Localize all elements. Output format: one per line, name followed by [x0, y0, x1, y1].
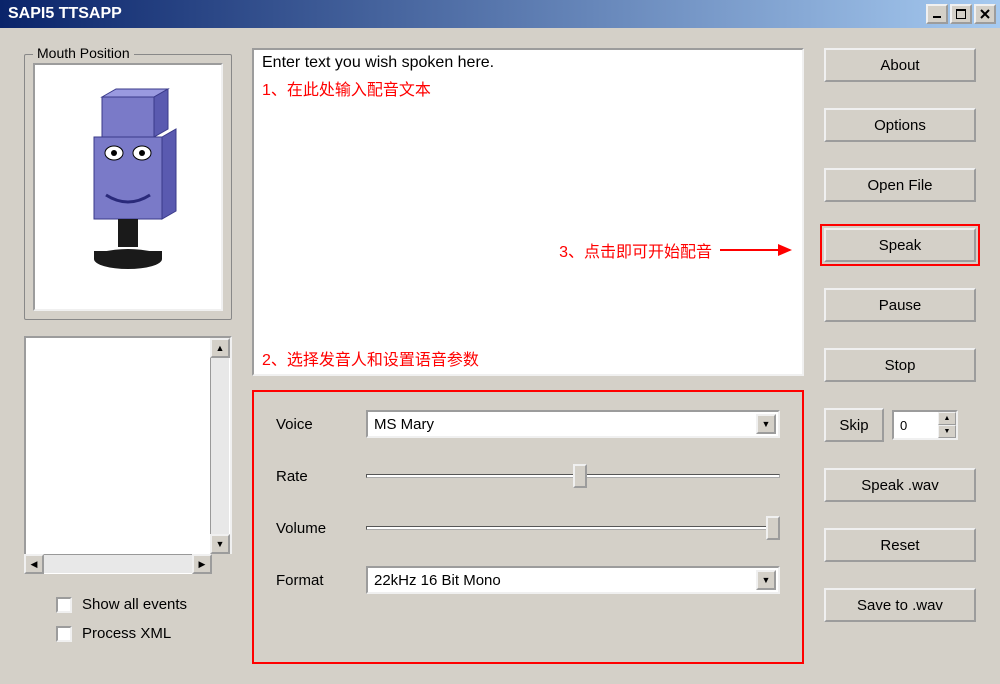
format-value: 22kHz 16 Bit Mono	[374, 572, 756, 589]
voice-combo[interactable]: MS Mary ▼	[366, 410, 780, 438]
format-label: Format	[276, 572, 346, 589]
annotation-3: 3、点击即可开始配音	[559, 238, 790, 262]
window-title: SAPI5 TTSAPP	[8, 5, 926, 23]
voice-value: MS Mary	[374, 416, 756, 433]
rate-label: Rate	[276, 468, 346, 485]
save-wav-button[interactable]: Save to .wav	[824, 588, 976, 622]
maximize-button[interactable]	[950, 4, 972, 24]
rate-slider[interactable]	[366, 462, 780, 490]
volume-slider[interactable]	[366, 514, 780, 542]
open-file-button[interactable]: Open File	[824, 168, 976, 202]
window-controls	[926, 4, 996, 24]
skip-value[interactable]: 0	[894, 412, 938, 438]
spin-down-icon[interactable]: ▼	[938, 425, 956, 438]
reset-button[interactable]: Reset	[824, 528, 976, 562]
scroll-up-icon[interactable]: ▲	[210, 338, 230, 358]
chevron-down-icon[interactable]: ▼	[756, 414, 776, 434]
titlebar: SAPI5 TTSAPP	[0, 0, 1000, 28]
show-all-events-label: Show all events	[82, 596, 187, 613]
text-input[interactable]: Enter text you wish spoken here. 1、在此处输入…	[252, 48, 804, 376]
vertical-scrollbar[interactable]: ▲ ▼	[210, 338, 230, 554]
horizontal-scrollbar[interactable]: ◀ ▶	[24, 554, 232, 574]
process-xml-label: Process XML	[82, 625, 171, 642]
spin-up-icon[interactable]: ▲	[938, 412, 956, 425]
show-all-events-option[interactable]: Show all events	[56, 596, 232, 613]
format-combo[interactable]: 22kHz 16 Bit Mono ▼	[366, 566, 780, 594]
voice-params-group: Voice MS Mary ▼ Rate Volume	[252, 390, 804, 664]
scroll-left-icon[interactable]: ◀	[24, 554, 44, 574]
speak-wav-button[interactable]: Speak .wav	[824, 468, 976, 502]
chevron-down-icon[interactable]: ▼	[756, 570, 776, 590]
character-preview	[33, 63, 223, 311]
annotation-2: 2、选择发音人和设置语音参数	[262, 346, 479, 370]
close-button[interactable]	[974, 4, 996, 24]
skip-spinner[interactable]: 0 ▲ ▼	[892, 410, 958, 440]
minimize-button[interactable]	[926, 4, 948, 24]
mouth-position-label: Mouth Position	[33, 45, 134, 61]
skip-button[interactable]: Skip	[824, 408, 884, 442]
voice-label: Voice	[276, 416, 346, 433]
microphone-character-icon	[58, 87, 198, 287]
show-all-events-checkbox[interactable]	[56, 597, 72, 613]
process-xml-checkbox[interactable]	[56, 626, 72, 642]
options-button[interactable]: Options	[824, 108, 976, 142]
stop-button[interactable]: Stop	[824, 348, 976, 382]
mouth-position-group: Mouth Position	[24, 54, 232, 320]
scroll-right-icon[interactable]: ▶	[192, 554, 212, 574]
scroll-down-icon[interactable]: ▼	[210, 534, 230, 554]
annotation-1: 1、在此处输入配音文本	[262, 76, 794, 100]
arrow-right-icon	[720, 249, 790, 251]
process-xml-option[interactable]: Process XML	[56, 625, 232, 642]
pause-button[interactable]: Pause	[824, 288, 976, 322]
about-button[interactable]: About	[824, 48, 976, 82]
events-list[interactable]: ▲ ▼	[24, 336, 232, 556]
text-input-placeholder: Enter text you wish spoken here.	[262, 54, 794, 72]
speak-button[interactable]: Speak	[824, 228, 976, 262]
volume-label: Volume	[276, 520, 346, 537]
